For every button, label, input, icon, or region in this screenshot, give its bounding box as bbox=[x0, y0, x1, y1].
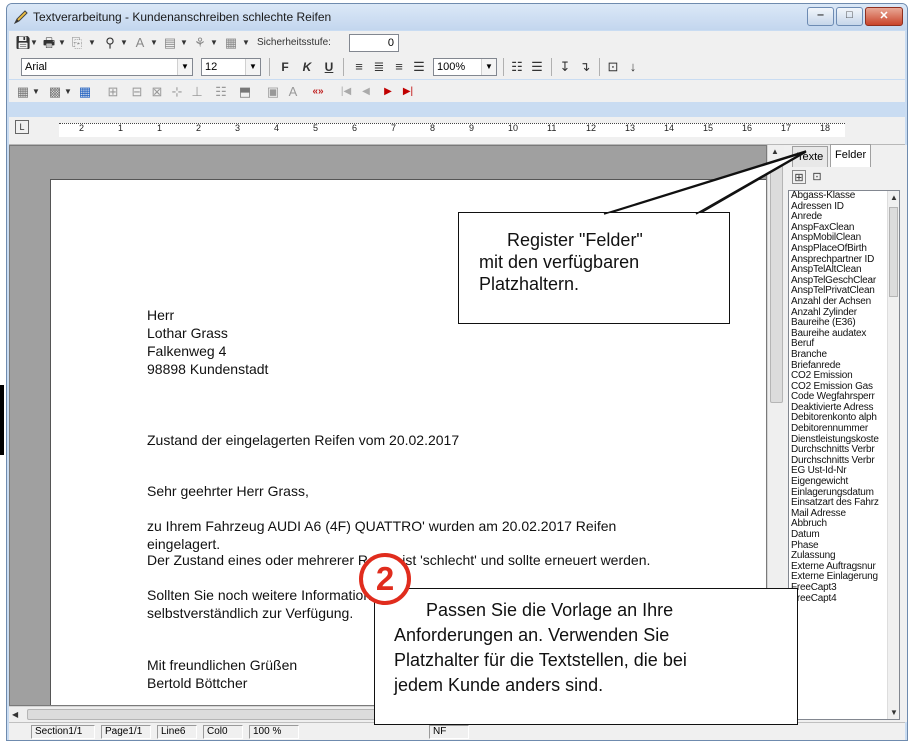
callout-vorlage-line: jedem Kunde anders sind. bbox=[394, 675, 604, 695]
callout-vorlage: Passen Sie die Vorlage an Ihre Anforderu… bbox=[374, 588, 798, 725]
callout-vorlage-line: Anforderungen an. Verwenden Sie bbox=[394, 625, 670, 645]
callout-felder-line: mit den verfügbaren bbox=[479, 252, 640, 272]
callout-pointer-shape bbox=[602, 151, 807, 216]
callout-vorlage-line: Passen Sie die Vorlage an Ihre bbox=[426, 600, 674, 620]
callout-vorlage-line: Platzhalter für die Textstellen, die bei bbox=[394, 650, 687, 670]
callout-felder-line: Register "Felder" bbox=[507, 230, 643, 250]
callout-felder-line: Platzhaltern. bbox=[479, 274, 580, 294]
step-badge: 2 bbox=[359, 553, 411, 605]
callout-felder: Register "Felder" mit den verfügbaren Pl… bbox=[458, 212, 730, 324]
